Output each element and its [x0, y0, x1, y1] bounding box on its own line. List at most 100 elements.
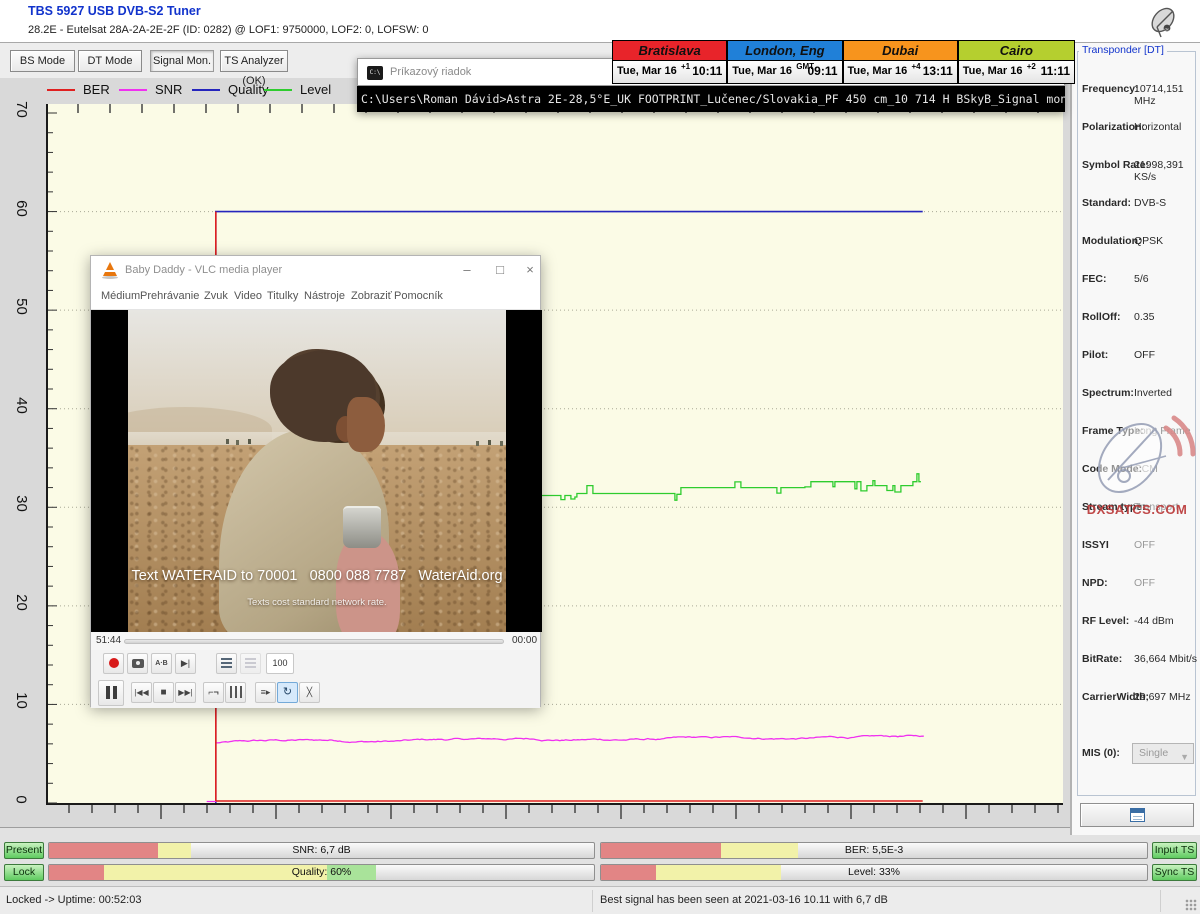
speed-spinner[interactable]: 100 — [266, 653, 294, 674]
ab-loop-button[interactable]: A·B — [151, 653, 172, 674]
panel-bottom-button[interactable] — [1080, 803, 1194, 827]
clock-bratislava: Bratislava Tue, Mar 16 +1 10:11 — [613, 41, 728, 83]
legend-dash-snr — [119, 89, 147, 91]
tp-value: OFF — [1134, 577, 1155, 589]
clock-time: 11:11 — [1041, 64, 1070, 78]
mis-select[interactable]: Single ▼ — [1132, 743, 1194, 764]
playlist-button[interactable] — [216, 653, 237, 674]
tp-value: CCM — [1134, 463, 1158, 475]
input-ts-indicator[interactable]: Input TS — [1152, 842, 1197, 859]
vlc-titlebar[interactable]: Baby Daddy - VLC media player – □ × — [91, 256, 540, 284]
menu-item-tools[interactable]: Nástroje — [304, 290, 345, 302]
menu-item-view[interactable]: Zobraziť — [351, 290, 392, 302]
tp-value: Horizontal — [1134, 121, 1181, 133]
vlc-cone-icon — [102, 261, 118, 279]
snapshot-button[interactable] — [127, 653, 148, 674]
vlc-window[interactable]: Baby Daddy - VLC media player – □ × Médi… — [90, 255, 541, 707]
tp-label: Spectrum: — [1082, 387, 1134, 399]
command-prompt-body[interactable]: C:\Users\Roman Dávid>Astra 2E-28,5°E_UK … — [357, 86, 1065, 112]
vlc-seek-row: 51:44 00:00 — [91, 632, 540, 650]
statusbar-divider — [1160, 890, 1161, 912]
shuffle-button[interactable]: ╳ — [299, 682, 320, 703]
level-meter-label: Level: 33% — [601, 866, 1147, 878]
tp-value: 21998,391 KS/s — [1134, 159, 1200, 183]
tp-value: 0.35 — [1134, 311, 1154, 323]
tab-bs-mode[interactable]: BS Mode — [10, 50, 75, 72]
menu-item-playback[interactable]: Prehrávanie — [140, 290, 199, 302]
tp-value: 5/6 — [1134, 273, 1149, 285]
tp-label: Pilot: — [1082, 349, 1108, 361]
menu-item-audio[interactable]: Zvuk — [204, 290, 228, 302]
tp-value: -44 dBm — [1134, 615, 1174, 627]
video-overlay-subtext: Texts cost standard network rate. — [128, 597, 506, 608]
record-button[interactable] — [103, 653, 124, 674]
total-time: 00:00 — [512, 635, 537, 646]
transponder-panel: Transponder [DT] Frequency:10714,151 MHz… — [1070, 43, 1200, 835]
y-axis-label: 40 — [8, 397, 34, 421]
legend-label-level: Level — [300, 82, 331, 98]
lock-indicator[interactable]: Lock — [4, 864, 44, 881]
legend-label-ber: BER — [83, 82, 110, 98]
window-resize-grip[interactable] — [1185, 899, 1197, 911]
previous-button[interactable]: |◀◀ — [131, 682, 152, 703]
cmd-icon: C:\ — [367, 66, 383, 80]
vlc-video-area[interactable]: Text WATERAID to 70001 0800 088 7787 Wat… — [91, 310, 542, 632]
extended-settings-button[interactable]: ≡▸ — [255, 682, 276, 703]
next-button[interactable]: ▶▶| — [175, 682, 196, 703]
mis-selected-value: Single — [1139, 747, 1168, 759]
tab-dt-mode[interactable]: DT Mode — [78, 50, 142, 72]
fullscreen-button[interactable]: ⌐¬ — [203, 682, 224, 703]
menu-item-help[interactable]: Pomocník — [394, 290, 443, 302]
y-axis-label: 30 — [8, 495, 34, 519]
frame-by-frame-button[interactable]: ▶| — [175, 653, 196, 674]
tp-label: Frequency: — [1082, 83, 1139, 95]
world-clock-panel: Bratislava Tue, Mar 16 +1 10:11 London, … — [612, 40, 1075, 84]
mis-label: MIS (0): — [1082, 747, 1120, 759]
clock-dubai: Dubai Tue, Mar 16 +4 13:11 — [844, 41, 959, 83]
video-overlay-text: Text WATERAID to 70001 0800 088 7787 Wat… — [128, 568, 506, 584]
clock-date: Tue, Mar 16 — [617, 65, 677, 77]
clock-city-label: Bratislava — [613, 41, 726, 61]
quality-meter-label: Quality: 60% — [49, 866, 594, 878]
tp-label: RF Level: — [1082, 615, 1129, 627]
tp-label: ISSYI — [1082, 539, 1109, 551]
pause-button[interactable] — [98, 680, 124, 706]
clock-time: 10:11 — [692, 64, 722, 78]
clock-utc-offset: +2 — [1027, 62, 1036, 71]
close-button[interactable]: × — [519, 260, 541, 280]
clock-time: 13:11 — [923, 64, 953, 78]
tp-value: DVB-S — [1134, 197, 1166, 209]
transponder-group-title: Transponder [DT] — [1079, 44, 1167, 56]
menu-item-medium[interactable]: Médium — [101, 290, 140, 302]
legend-dash-level — [264, 89, 292, 91]
clock-city-label: Cairo — [959, 41, 1074, 61]
present-indicator[interactable]: Present — [4, 842, 44, 859]
clock-utc-offset: +1 — [681, 62, 690, 71]
clock-utc-offset: +4 — [912, 62, 921, 71]
menu-item-video[interactable]: Video — [234, 290, 262, 302]
seek-slider[interactable] — [124, 639, 504, 644]
maximize-button[interactable]: □ — [489, 260, 511, 280]
tab-ts-analyzer[interactable]: TS Analyzer (OK) — [220, 50, 288, 72]
app-title: TBS 5927 USB DVB-S2 Tuner — [28, 4, 201, 18]
lock-uptime-status: Locked -> Uptime: 00:52:03 — [6, 894, 141, 906]
clock-city-label: Dubai — [844, 41, 957, 61]
quality-meter: Quality: 60% — [48, 864, 595, 881]
tp-label: FEC: — [1082, 273, 1107, 285]
menu-item-subtitles[interactable]: Titulky — [267, 290, 298, 302]
tp-value: Transport — [1134, 501, 1179, 513]
sync-ts-indicator[interactable]: Sync TS — [1152, 864, 1197, 881]
clock-city-label: London, Eng — [728, 41, 841, 61]
level-meter: Level: 33% — [600, 864, 1148, 881]
tp-value: Long Frame — [1134, 425, 1191, 437]
tab-signal-mon[interactable]: Signal Mon. — [150, 50, 214, 72]
legend-dash-quality — [192, 89, 220, 91]
stop-button[interactable]: ■ — [153, 682, 174, 703]
vlc-window-title: Baby Daddy - VLC media player — [125, 264, 282, 276]
statusbar-divider — [592, 890, 593, 912]
tp-value: OFF — [1134, 349, 1155, 361]
minimize-button[interactable]: – — [456, 260, 478, 280]
equalizer-button[interactable] — [225, 682, 246, 703]
loop-button[interactable]: ↻ — [277, 682, 298, 703]
playlist-alt-button-disabled — [240, 653, 261, 674]
